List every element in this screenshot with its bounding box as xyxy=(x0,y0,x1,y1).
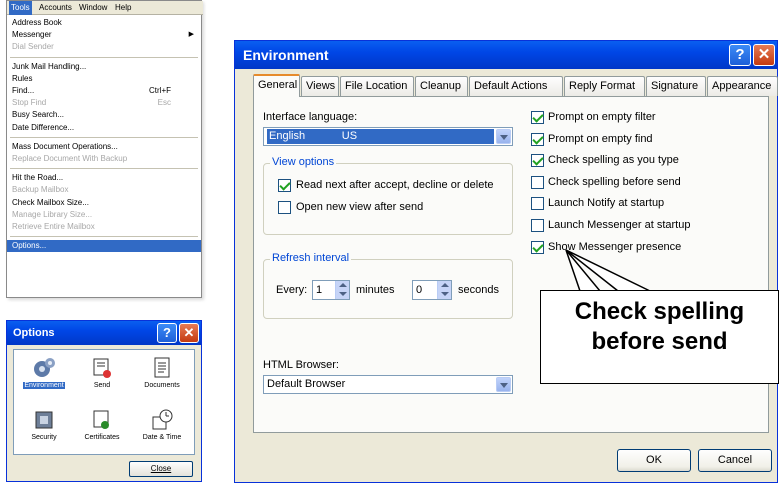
tab-general[interactable]: General xyxy=(253,74,300,97)
callout-box: Check spelling before send xyxy=(540,290,779,384)
callout-pointer xyxy=(565,249,651,292)
callout-line1: Check spelling xyxy=(574,298,745,325)
callout-line2: before send xyxy=(591,328,728,355)
